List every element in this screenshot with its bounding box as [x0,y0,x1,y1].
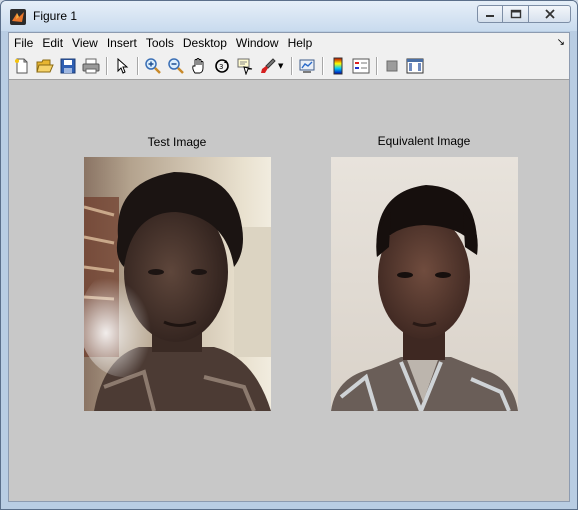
minimize-button[interactable] [477,5,503,23]
figure-toolbar: 3 ▼ [9,53,569,80]
figure-client-area: File Edit View Insert Tools Desktop Wind… [8,32,570,502]
dock-figure-icon[interactable]: ↘ [557,37,565,48]
equivalent-image [331,157,518,411]
test-image [84,157,271,411]
insert-legend-icon[interactable] [351,56,371,76]
close-button[interactable] [529,5,571,23]
save-icon[interactable] [58,56,78,76]
svg-text:3: 3 [219,63,223,71]
maximize-button[interactable] [503,5,529,23]
brush-dropdown-icon[interactable]: ▼ [278,62,283,70]
minimize-icon [486,15,494,17]
window-controls [477,5,571,25]
insert-colorbar-icon[interactable] [328,56,348,76]
zoom-in-icon[interactable] [143,56,163,76]
title-bar[interactable]: Figure 1 [1,1,577,31]
menu-desktop[interactable]: Desktop [178,33,231,53]
maximize-icon [510,9,521,19]
rotate-3d-icon[interactable]: 3 [212,56,232,76]
figure-window: Figure 1 File Edit View Insert Tools Des… [0,0,578,510]
toolbar-separator [322,57,325,75]
edit-plot-arrow-icon[interactable] [112,56,132,76]
axes-title-test-image: Test Image [147,135,207,149]
pan-hand-icon[interactable] [189,56,209,76]
menu-edit[interactable]: Edit [37,33,67,53]
menu-view[interactable]: View [67,33,102,53]
window-title: Figure 1 [33,9,78,23]
toolbar-separator [106,57,108,75]
menu-insert[interactable]: Insert [102,33,141,53]
new-figure-icon[interactable] [12,56,32,76]
zoom-out-icon[interactable] [166,56,186,76]
link-plot-icon[interactable] [297,56,317,76]
toolbar-separator [376,57,379,75]
menu-file[interactable]: File [9,33,37,53]
close-icon [544,9,555,19]
menu-window[interactable]: Window [231,33,283,53]
brush-icon[interactable] [258,56,278,76]
menu-tools[interactable]: Tools [141,33,178,53]
menu-help[interactable]: Help [283,33,317,53]
figure-canvas[interactable]: Test Image Equivalent Image [9,80,569,501]
show-plot-tools-icon[interactable] [405,56,425,76]
print-icon[interactable] [81,56,101,76]
matlab-logo-icon [10,9,26,25]
open-file-icon[interactable] [35,56,55,76]
toolbar-separator [137,57,139,75]
toolbar-separator [291,57,294,75]
axes-title-equivalent-image: Equivalent Image [377,134,471,148]
menu-bar: File Edit View Insert Tools Desktop Wind… [9,33,569,53]
hide-plot-tools-icon[interactable] [382,56,402,76]
data-cursor-icon[interactable] [235,56,255,76]
